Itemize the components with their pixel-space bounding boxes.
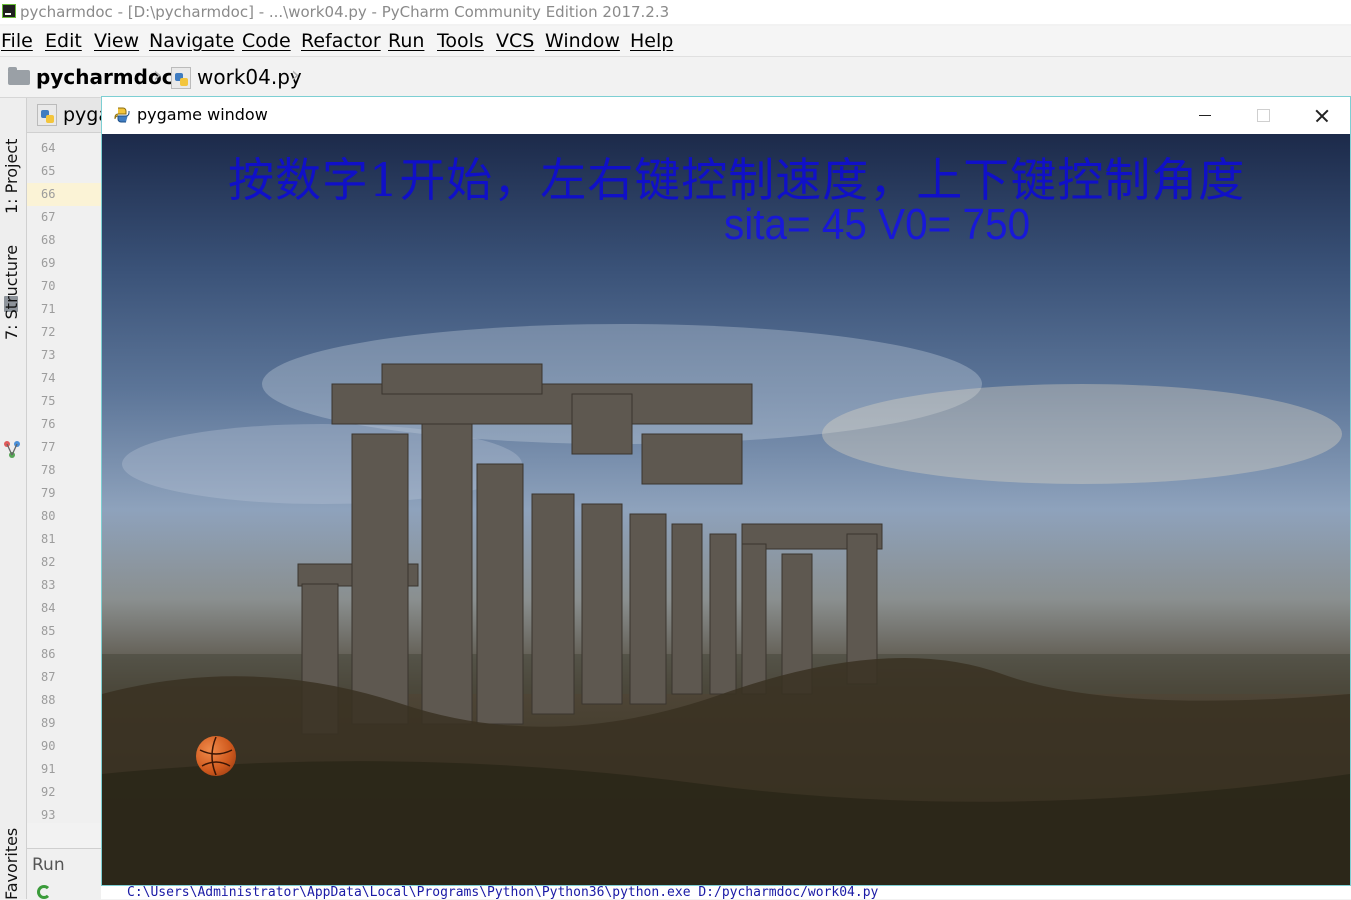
line-number: 83 — [41, 578, 56, 592]
ide-window-title: pycharmdoc - [D:\pycharmdoc] - ...\work0… — [20, 3, 670, 21]
menu-vcs[interactable]: VCS — [496, 26, 534, 56]
line-number: 92 — [41, 785, 56, 799]
menu-window[interactable]: Window — [545, 26, 620, 56]
line-number: 73 — [41, 348, 56, 362]
line-number: 76 — [41, 417, 56, 431]
menu-help[interactable]: Help — [630, 26, 673, 56]
python-file-icon — [171, 67, 191, 89]
close-button[interactable] — [1292, 97, 1350, 134]
line-number: 91 — [41, 762, 56, 776]
pygame-window-title: pygame window — [137, 105, 268, 124]
line-number: 86 — [41, 647, 56, 661]
game-canvas[interactable]: 按数字1开始，左右键控制速度，上下键控制角度 sita= 45 V0= 750 — [102, 134, 1350, 885]
menu-navigate[interactable]: Navigate — [149, 26, 234, 56]
line-number: 70 — [41, 279, 56, 293]
tool-tab-project[interactable]: 1: Project — [2, 118, 24, 214]
editor-tab[interactable]: pyga — [27, 98, 110, 133]
pygame-title-bar[interactable]: pygame window — [102, 97, 1350, 134]
line-number: 65 — [41, 164, 56, 178]
game-status-text: sita= 45 V0= 750 — [724, 200, 1031, 249]
pygame-window: pygame window 按数字1开始，左右键控制速度，上下键控制角度 sit… — [101, 96, 1351, 886]
line-number: 66 — [27, 183, 101, 206]
line-number: 93 — [41, 808, 56, 822]
line-number: 90 — [41, 739, 56, 753]
pycharm-app-icon — [2, 4, 16, 18]
run-panel-label[interactable]: Run — [32, 855, 65, 875]
tool-tab-structure[interactable]: 7: Structure — [2, 245, 24, 340]
run-console-output: C:\Users\Administrator\AppData\Local\Pro… — [101, 884, 1351, 899]
breadcrumb-file[interactable]: work04.py — [197, 65, 302, 89]
menu-code[interactable]: Code — [242, 26, 291, 56]
basketball-icon — [196, 736, 236, 776]
line-number: 89 — [41, 716, 56, 730]
rerun-icon[interactable] — [37, 885, 51, 899]
line-number: 79 — [41, 486, 56, 500]
tool-tab-favorites[interactable]: Favorites — [2, 820, 24, 900]
menu-edit[interactable]: Edit — [45, 26, 82, 56]
structure-icon — [4, 441, 20, 458]
pygame-snake-icon — [114, 107, 130, 123]
line-number: 84 — [41, 601, 56, 615]
line-number: 67 — [41, 210, 56, 224]
line-number: 85 — [41, 624, 56, 638]
navigation-bar: pycharmdoc › work04.py › — [0, 57, 1351, 98]
line-number: 82 — [41, 555, 56, 569]
line-number: 69 — [41, 256, 56, 270]
line-number: 87 — [41, 670, 56, 684]
line-number: 75 — [41, 394, 56, 408]
line-number: 80 — [41, 509, 56, 523]
python-file-icon — [37, 104, 57, 126]
left-tool-strip: 1: Project 7: Structure Favorites — [0, 98, 27, 900]
menu-tools[interactable]: Tools — [437, 26, 484, 56]
folder-icon — [8, 67, 30, 85]
line-number: 64 — [41, 141, 56, 155]
editor-gutter: 64 65 66 67 68 69 70 71 72 73 74 75 76 77 78 79 80 81 82 83… — [27, 133, 102, 823]
menu-run[interactable]: Run — [388, 26, 424, 56]
chevron-right-icon: › — [153, 63, 162, 88]
minimize-button[interactable] — [1176, 97, 1234, 134]
line-number: 77 — [41, 440, 56, 454]
run-panel: Run — [27, 848, 101, 900]
menu-refactor[interactable]: Refactor — [301, 26, 381, 56]
chevron-right-icon: › — [291, 63, 300, 88]
line-number: 78 — [41, 463, 56, 477]
maximize-button[interactable] — [1234, 97, 1292, 134]
menu-view[interactable]: View — [94, 26, 139, 56]
line-number: 72 — [41, 325, 56, 339]
line-number: 68 — [41, 233, 56, 247]
line-number: 74 — [41, 371, 56, 385]
line-number: 81 — [41, 532, 56, 546]
menu-file[interactable]: File — [1, 26, 33, 56]
line-number: 71 — [41, 302, 56, 316]
line-number: 88 — [41, 693, 56, 707]
ide-title-bar: pycharmdoc - [D:\pycharmdoc] - ...\work0… — [0, 0, 1351, 24]
menu-bar: File Edit View Navigate Code Refactor Ru… — [0, 26, 1351, 57]
